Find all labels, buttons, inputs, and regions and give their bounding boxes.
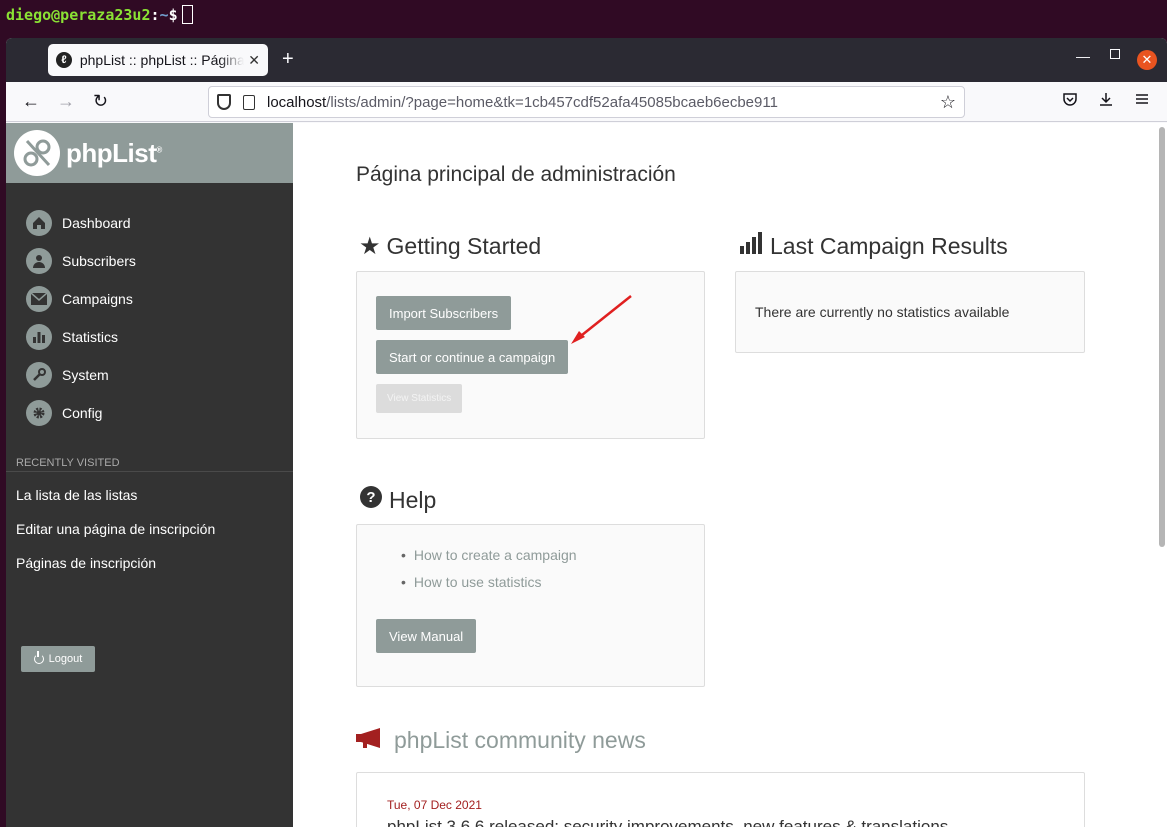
- home-icon: [26, 210, 52, 236]
- help-link-statistics[interactable]: How to use statistics: [401, 572, 577, 599]
- recently-visited-heading: RECENTLY VISITED: [6, 454, 293, 472]
- question-circle-icon: ?: [359, 485, 383, 515]
- sidebar-item-label: Statistics: [62, 329, 119, 345]
- tab-title: phpList :: phpList :: Página principal d…: [79, 52, 245, 68]
- back-icon[interactable]: ←: [22, 91, 40, 112]
- last-campaign-title: Last Campaign Results: [770, 232, 1008, 259]
- sidebar-item-campaigns[interactable]: Campaigns: [6, 280, 293, 318]
- forward-icon[interactable]: →: [57, 91, 75, 112]
- tab-phplist[interactable]: ℓ phpList :: phpList :: Página principal…: [48, 44, 268, 76]
- vertical-scrollbar[interactable]: [1159, 127, 1165, 547]
- logo-wordmark: phpList: [66, 137, 157, 168]
- logo-area[interactable]: phpList®: [6, 123, 293, 183]
- pocket-icon[interactable]: [1062, 91, 1078, 112]
- user-icon: [26, 248, 52, 274]
- getting-started-heading: ★ Getting Started: [359, 232, 541, 261]
- sidebar-item-statistics[interactable]: Statistics: [6, 318, 293, 356]
- sidebar-menu: Dashboard Subscribers Campaigns Statisti…: [6, 204, 293, 432]
- url-path: /lists/admin/?page=home&tk=1cb457cdf52af…: [326, 93, 778, 111]
- new-tab-icon[interactable]: +: [282, 48, 294, 71]
- sidebar: phpList® Dashboard Subscribers Campaigns…: [6, 123, 293, 827]
- terminal-prompt: $: [168, 6, 178, 24]
- page-title: Página principal de administración: [356, 163, 676, 186]
- help-link-create-campaign[interactable]: How to create a campaign: [401, 545, 577, 572]
- help-panel: How to create a campaign How to use stat…: [356, 524, 705, 687]
- getting-started-title: Getting Started: [386, 233, 542, 259]
- import-subscribers-button[interactable]: Import Subscribers: [376, 296, 512, 330]
- power-icon: [33, 651, 44, 664]
- hamburger-menu-icon[interactable]: [1134, 91, 1150, 112]
- close-window-icon[interactable]: ✕: [1137, 50, 1157, 70]
- main-content: Página principal de administración ★ Get…: [293, 123, 1153, 827]
- logout-label: Logout: [48, 653, 83, 665]
- help-links: How to create a campaign How to use stat…: [401, 545, 577, 599]
- megaphone-icon: [356, 727, 384, 754]
- sidebar-item-label: Config: [62, 405, 103, 421]
- tab-bar: ℓ phpList :: phpList :: Página principal…: [6, 38, 1167, 82]
- annotation-arrow: [571, 295, 632, 344]
- reload-icon[interactable]: ↻: [93, 91, 108, 112]
- news-date: Tue, 07 Dec 2021: [387, 798, 482, 812]
- recent-link[interactable]: La lista de las listas: [6, 478, 293, 512]
- sidebar-item-subscribers[interactable]: Subscribers: [6, 242, 293, 280]
- envelope-icon: [26, 286, 52, 312]
- phplist-logo-icon: [14, 130, 60, 176]
- page-content: phpList® Dashboard Subscribers Campaigns…: [6, 123, 1167, 827]
- terminal-window: diego@peraza23u2:~$: [0, 0, 1167, 40]
- terminal-path: ~: [159, 6, 169, 24]
- sidebar-item-label: Campaigns: [62, 291, 133, 307]
- sidebar-item-system[interactable]: System: [6, 356, 293, 394]
- view-manual-button[interactable]: View Manual: [376, 619, 477, 653]
- community-news-heading: phpList community news: [356, 727, 646, 754]
- sidebar-item-label: System: [62, 367, 109, 383]
- no-statistics-message: There are currently no statistics availa…: [755, 304, 1010, 320]
- news-panel: Tue, 07 Dec 2021 phpList 3.6.6 released:…: [356, 772, 1085, 827]
- last-campaign-panel: There are currently no statistics availa…: [735, 271, 1085, 353]
- phplist-favicon-icon: ℓ: [56, 52, 72, 68]
- recent-link[interactable]: Editar una página de inscripción: [6, 512, 293, 546]
- address-bar[interactable]: localhost/lists/admin/?page=home&tk=1cb4…: [208, 86, 965, 118]
- bookmark-star-icon[interactable]: ☆: [940, 92, 956, 113]
- help-heading: ? Help: [359, 485, 436, 515]
- downloads-icon[interactable]: [1098, 91, 1114, 112]
- sidebar-item-label: Subscribers: [62, 253, 136, 269]
- minimize-icon[interactable]: —: [1076, 48, 1090, 64]
- terminal-user-host: diego@peraza23u2: [6, 6, 151, 24]
- recent-link[interactable]: Páginas de inscripción: [6, 546, 293, 580]
- tracking-shield-icon[interactable]: [217, 94, 231, 110]
- terminal-separator: :: [150, 6, 160, 24]
- last-campaign-heading: Last Campaign Results: [740, 232, 1008, 260]
- bar-chart-icon: [26, 324, 52, 350]
- help-title: Help: [389, 486, 437, 513]
- star-icon: ★: [359, 233, 381, 260]
- logout-button[interactable]: Logout: [21, 646, 95, 672]
- browser-window: ℓ phpList :: phpList :: Página principal…: [6, 38, 1167, 827]
- wrench-icon: [26, 362, 52, 388]
- navigation-toolbar: ← → ↻ localhost/lists/admin/?page=home&t…: [6, 82, 1167, 122]
- gear-icon: [26, 400, 52, 426]
- tab-close-icon[interactable]: ✕: [248, 52, 260, 69]
- sidebar-item-config[interactable]: Config: [6, 394, 293, 432]
- registered-mark: ®: [156, 144, 162, 154]
- getting-started-panel: Import Subscribers Start or continue a c…: [356, 271, 705, 439]
- news-headline[interactable]: phpList 3.6.6 released: security improve…: [387, 817, 948, 827]
- terminal-cursor: [181, 5, 193, 24]
- sidebar-item-label: Dashboard: [62, 215, 131, 231]
- logo-text: phpList®: [66, 138, 162, 169]
- community-news-title: phpList community news: [394, 727, 646, 753]
- view-statistics-button[interactable]: View Statistics: [376, 384, 463, 413]
- svg-text:?: ?: [366, 489, 375, 506]
- signal-bars-icon: [740, 232, 764, 260]
- page-info-icon[interactable]: [243, 94, 255, 110]
- start-campaign-button[interactable]: Start or continue a campaign: [376, 340, 569, 374]
- url-host: localhost: [267, 93, 327, 111]
- maximize-icon[interactable]: [1110, 49, 1120, 59]
- sidebar-item-dashboard[interactable]: Dashboard: [6, 204, 293, 242]
